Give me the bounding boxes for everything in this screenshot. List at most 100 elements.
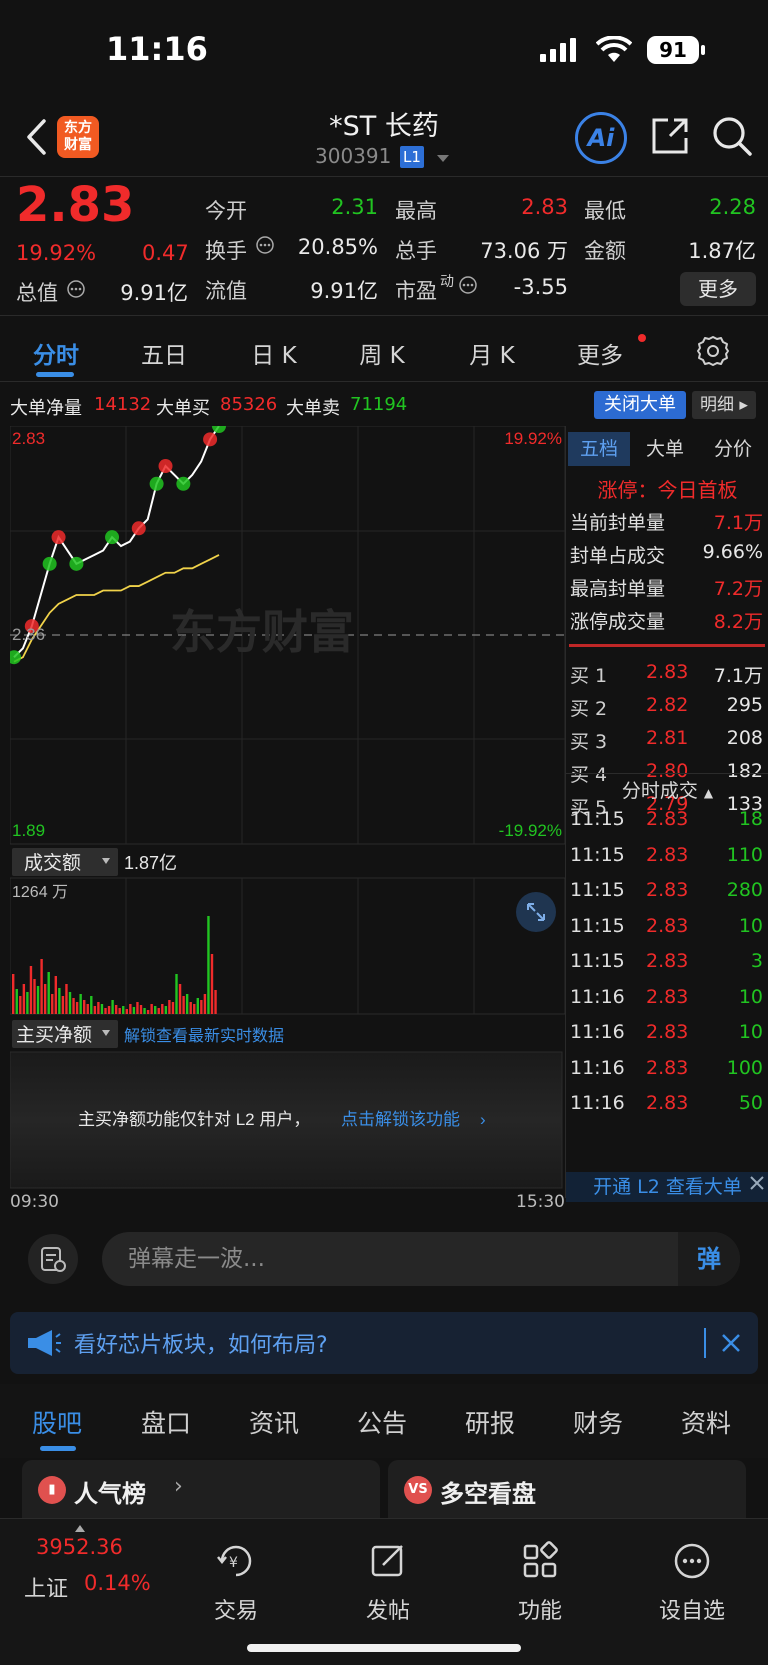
volume-selector[interactable]: 成交额 <box>24 852 81 874</box>
y-top-price: 2.83 <box>12 429 45 448</box>
tab-announcements[interactable]: 公告 <box>357 1404 407 1440</box>
big-sell-marker[interactable] <box>42 556 57 571</box>
divider <box>569 644 765 647</box>
tick-time: 11:16 <box>570 985 625 1008</box>
big-sell-marker[interactable] <box>105 530 120 545</box>
search-icon[interactable] <box>710 114 754 158</box>
volume-label: 总手 <box>395 239 437 263</box>
tab-5day[interactable]: 五日 <box>134 336 194 370</box>
comment-history-button[interactable] <box>28 1234 78 1284</box>
tab-price-split[interactable]: 分价 <box>700 432 766 466</box>
big-sell-marker[interactable] <box>176 476 191 491</box>
info-icon[interactable] <box>255 235 275 255</box>
high-label: 最高 <box>395 199 437 223</box>
expand-button[interactable] <box>516 892 556 932</box>
info-icon[interactable] <box>458 275 478 295</box>
tab-big-orders[interactable]: 大单 <box>634 432 696 466</box>
tick-price: 2.83 <box>646 985 689 1008</box>
volume-bar <box>161 1004 164 1014</box>
nav-post[interactable]: 发帖 <box>343 1541 433 1625</box>
volume-bar <box>125 1009 128 1014</box>
tab-news[interactable]: 资讯 <box>249 1404 299 1440</box>
bid-row[interactable]: 买 1 2.83 7.1万 <box>566 661 768 694</box>
chevron-down-icon[interactable] <box>436 154 450 164</box>
volume-bar <box>146 1010 150 1014</box>
tick-price: 2.83 <box>646 879 689 901</box>
big-buy-marker[interactable] <box>131 521 146 536</box>
bid-row[interactable]: 买 2 2.82 295 <box>566 694 768 727</box>
open-label: 今开 <box>205 199 247 223</box>
tab-daily-k[interactable]: 日 K <box>244 336 304 370</box>
info-icon[interactable] <box>66 279 86 299</box>
ai-button[interactable]: Ai <box>575 112 627 164</box>
bull-bear-card[interactable]: VS 多空看盘 <box>388 1460 746 1524</box>
settings-gear-icon[interactable] <box>696 334 730 368</box>
big-buy-marker[interactable] <box>158 459 173 474</box>
big-buy-label: 大单买 <box>156 398 210 419</box>
low-label: 最低 <box>584 199 626 223</box>
active-tab-indicator <box>40 1446 76 1451</box>
share-icon[interactable] <box>648 114 692 158</box>
detail-button[interactable]: 明细 ▸ <box>692 391 756 419</box>
tab-more[interactable]: 更多 <box>570 336 630 370</box>
volume-value: 73.06 万 <box>480 239 568 263</box>
more-button[interactable]: 更多 <box>680 272 756 306</box>
volume-bar <box>118 1008 121 1014</box>
tab-five-levels[interactable]: 五档 <box>568 432 630 466</box>
big-sell-marker[interactable] <box>149 476 164 491</box>
volume-bar <box>178 984 182 1014</box>
net-locked-link[interactable]: 点击解锁该功能 <box>341 1110 460 1129</box>
tab-monthly-k[interactable]: 月 K <box>462 336 522 370</box>
news-banner[interactable]: 看好芯片板块，如何布局? <box>10 1312 758 1374</box>
bid-price: 2.81 <box>646 727 689 749</box>
intraday-chart[interactable]: 东方财富 2.83 2.36 1.89 19.92% -19.92% 成交额 1… <box>7 419 566 1212</box>
nav-watchlist[interactable]: 设自选 <box>647 1541 737 1625</box>
net-selector[interactable]: 主买净额 <box>16 1024 92 1046</box>
index-name[interactable]: 上证 <box>24 1571 68 1603</box>
news-text[interactable]: 看好芯片板块，如何布局? <box>74 1327 328 1359</box>
index-percent[interactable]: 0.14% <box>84 1571 151 1595</box>
low-value: 2.28 <box>709 195 756 219</box>
pe-label: 市盈 <box>395 279 437 303</box>
nav-trade[interactable]: ¥ 交易 <box>191 1541 281 1625</box>
big-net-label: 大单净量 <box>10 398 82 419</box>
close-big-order-button[interactable]: 关闭大单 <box>594 391 686 419</box>
close-icon[interactable] <box>720 1332 742 1354</box>
volume-bar <box>168 1000 171 1014</box>
tab-finance[interactable]: 财务 <box>573 1404 623 1440</box>
card-title: 多空看盘 <box>440 1480 536 1508</box>
barrage-input[interactable]: 弹幕走一波... <box>102 1232 740 1286</box>
tab-research[interactable]: 研报 <box>465 1404 515 1440</box>
bid-row[interactable]: 买 3 2.81 208 <box>566 727 768 760</box>
bid-volume: 208 <box>726 727 763 749</box>
volume-bar <box>15 989 18 1014</box>
tab-profile[interactable]: 资料 <box>681 1404 731 1440</box>
big-buy-marker[interactable] <box>203 432 218 447</box>
send-barrage-button[interactable]: 弹 <box>678 1232 740 1286</box>
close-icon[interactable] <box>748 1174 766 1192</box>
popularity-card[interactable]: ▮ 人气榜 › <box>22 1460 380 1524</box>
watermark: 东方财富 <box>170 606 354 658</box>
volume-bar <box>51 994 54 1014</box>
net-unlock-link[interactable]: 解锁查看最新实时数据 <box>124 1027 284 1045</box>
big-sell-marker[interactable] <box>69 556 84 571</box>
tab-forum[interactable]: 股吧 <box>32 1404 82 1440</box>
bid-label: 买 2 <box>570 698 608 720</box>
l2-promo-banner[interactable]: 开通 L2 查看大单 <box>566 1172 768 1202</box>
index-value[interactable]: 3952.36 <box>36 1535 123 1559</box>
big-buy-marker[interactable] <box>51 530 66 545</box>
change-amount: 0.47 <box>142 241 189 265</box>
level-badge[interactable]: L1 <box>400 146 424 168</box>
volume-bar <box>79 994 82 1014</box>
volume-bar <box>58 988 61 1014</box>
bid-volume: 295 <box>726 694 763 716</box>
tab-weekly-k[interactable]: 周 K <box>352 336 412 370</box>
tab-intraday[interactable]: 分时 <box>26 336 86 370</box>
document-icon <box>41 1247 66 1272</box>
stat-value: 7.1万 <box>713 512 763 534</box>
big-buy-value: 85326 <box>220 394 278 415</box>
nav-functions[interactable]: 功能 <box>495 1541 585 1625</box>
more-dots-icon <box>674 1543 710 1579</box>
tab-order-book[interactable]: 盘口 <box>141 1404 191 1440</box>
ticks-title[interactable]: 分时成交 ▲ <box>566 776 768 803</box>
